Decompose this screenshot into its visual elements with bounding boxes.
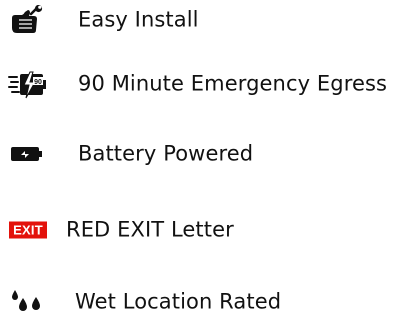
feature-wet-location-rated: Wet Location Rated: [0, 285, 393, 319]
exit-sign-icon: EXIT: [9, 221, 47, 239]
feature-red-exit-letter: EXIT RED EXIT Letter: [0, 213, 393, 247]
feature-label: RED EXIT Letter: [66, 217, 234, 242]
feature-label: Wet Location Rated: [75, 289, 282, 314]
feature-emergency-egress: 90 90 Minute Emergency Egress: [0, 67, 393, 101]
hand-wrench-icon: [12, 5, 43, 33]
feature-label: Battery Powered: [78, 141, 254, 166]
battery-bolt-icon-text: 90: [34, 79, 42, 86]
water-drops-icon: [12, 290, 40, 311]
battery-bolt-icon: 90: [8, 71, 46, 99]
feature-easy-install: Easy Install: [0, 3, 393, 37]
feature-label: 90 Minute Emergency Egress: [78, 71, 388, 96]
battery-icon: [11, 147, 42, 161]
feature-battery-powered: Battery Powered: [0, 137, 393, 171]
feature-label: Easy Install: [78, 7, 199, 32]
